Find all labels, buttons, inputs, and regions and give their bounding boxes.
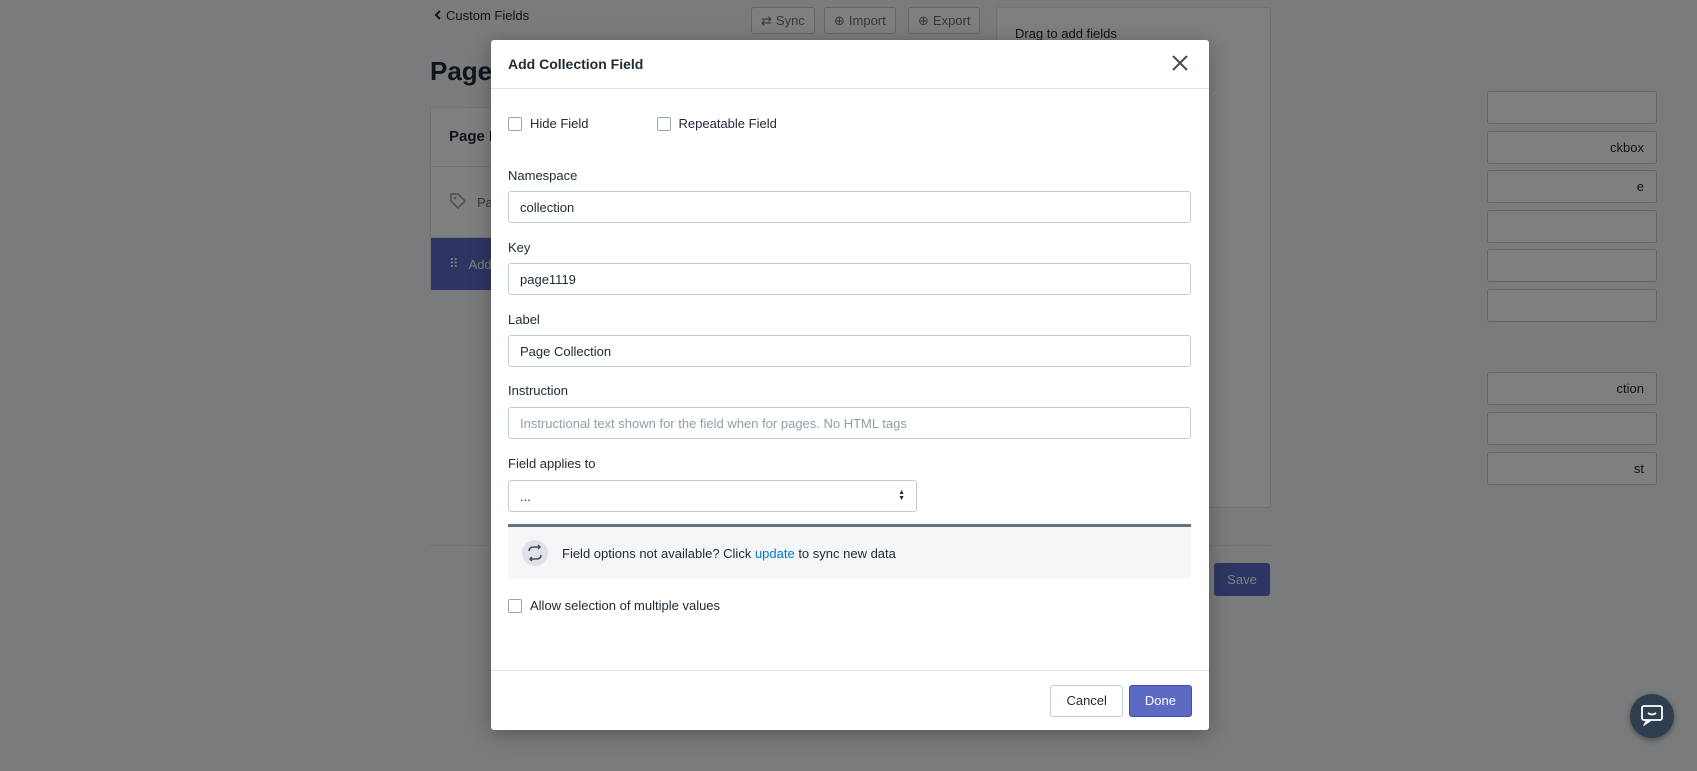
namespace-label: Namespace [508,168,578,183]
multi-select-label: Allow selection of multiple values [530,598,721,613]
hide-field-option[interactable]: Hide Field [508,116,589,131]
update-link[interactable]: update [755,546,795,561]
chat-button[interactable] [1630,694,1674,738]
repeatable-field-option[interactable]: Repeatable Field [656,116,777,131]
label-label: Label [508,312,540,327]
sync-text-after: to sync new data [794,545,896,561]
multi-select-checkbox[interactable] [508,598,522,613]
modal-header: Add Collection Field [491,40,1209,89]
repeatable-field-label: Repeatable Field [678,116,777,131]
applies-to-label: Field applies to [508,456,596,471]
refresh-icon [522,540,548,566]
applies-to-select[interactable]: ... ▲ ▼ [508,480,917,512]
repeatable-field-checkbox[interactable] [656,116,671,131]
select-arrows-icon: ▲ ▼ [898,489,905,502]
sync-text-before: Field options not available? Click [562,545,755,561]
add-collection-field-modal: Add Collection Field Hide Field Repeatab… [491,40,1209,730]
modal-footer: Cancel Done [491,670,1209,730]
key-input[interactable]: page1119 [508,263,1191,295]
key-label: Key [508,240,531,255]
sync-banner: Field options not available? Click updat… [508,524,1191,579]
sync-banner-text: Field options not available? Click updat… [562,546,896,561]
label-input[interactable]: Page Collection [508,335,1191,367]
multi-select-option[interactable]: Allow selection of multiple values [508,598,720,613]
instruction-input[interactable]: Instructional text shown for the field w… [508,407,1191,439]
hide-field-checkbox[interactable] [508,116,522,131]
namespace-input[interactable]: collection [508,191,1191,223]
field-options: Hide Field Repeatable Field [508,116,777,131]
instruction-label: Instruction [508,383,568,398]
done-button[interactable]: Done [1128,684,1192,717]
close-button[interactable] [1168,52,1192,76]
cancel-button[interactable]: Cancel [1050,684,1123,717]
chat-icon [1640,704,1664,729]
modal-title: Add Collection Field [508,56,644,72]
hide-field-label: Hide Field [530,116,589,131]
close-icon [1171,54,1189,75]
applies-to-value: ... [520,488,531,504]
